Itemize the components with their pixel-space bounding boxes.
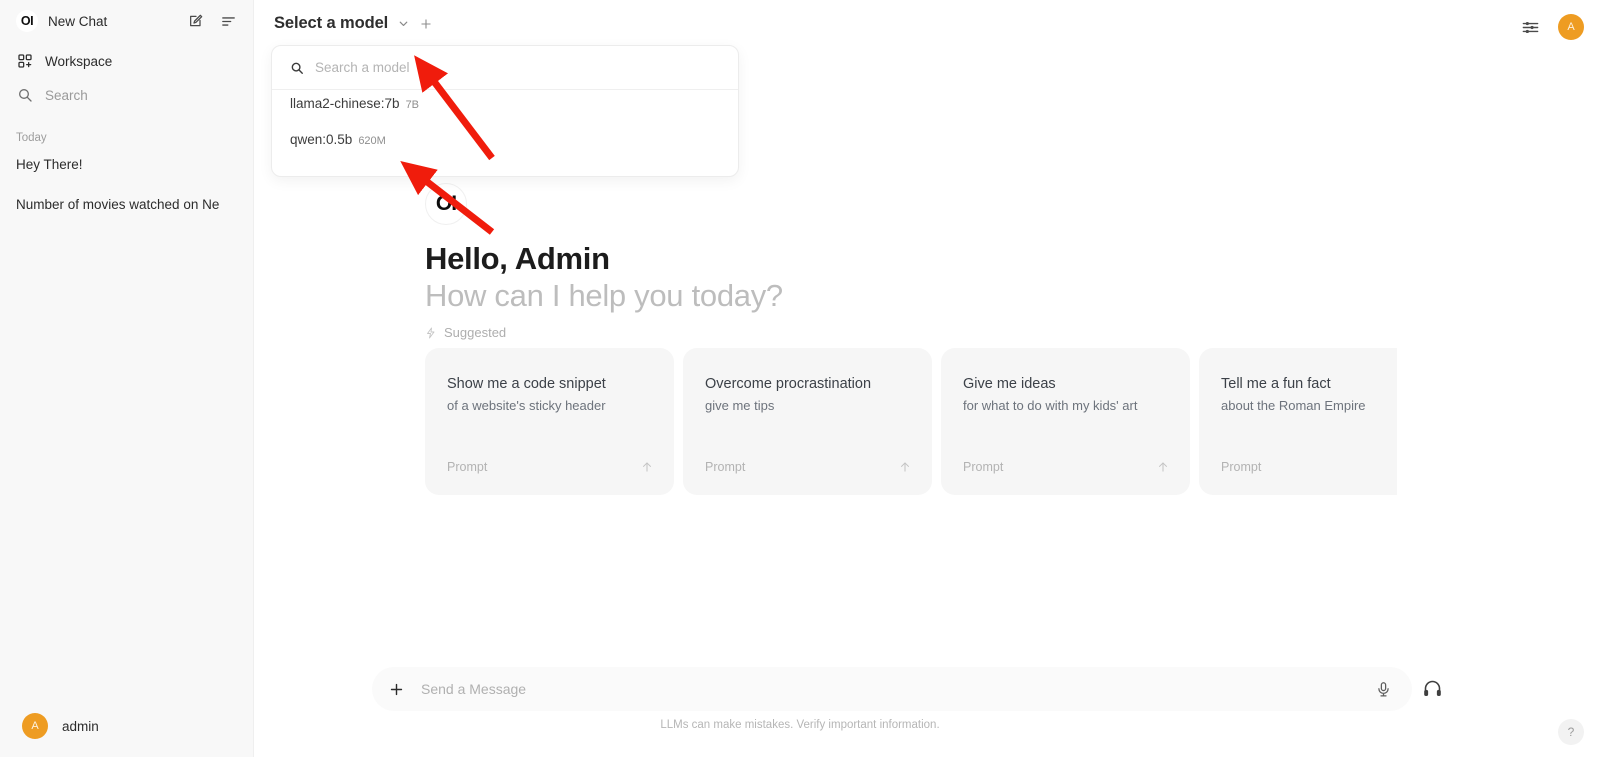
pencil-square-icon[interactable] [185, 10, 207, 32]
disclaimer-text: LLMs can make mistakes. Verify important… [0, 719, 1600, 731]
model-name: qwen:0.5b [290, 132, 352, 147]
model-size-badge: 620M [358, 135, 386, 147]
welcome-logo: OI [425, 183, 467, 225]
chevron-down-icon[interactable] [397, 17, 410, 30]
app-root: OI New Chat Wor [0, 0, 1600, 757]
model-search-input[interactable]: Search a model [315, 60, 410, 75]
model-size-badge: 7B [406, 99, 419, 111]
message-composer[interactable]: Send a Message [372, 667, 1412, 711]
suggested-card[interactable]: Tell me a fun fact about the Roman Empir… [1199, 348, 1397, 495]
arrow-up-icon[interactable] [1156, 460, 1170, 474]
list-item[interactable]: Hey There! [0, 150, 253, 180]
arrow-up-icon[interactable] [898, 460, 912, 474]
model-list-item[interactable]: llama2-chinese:7b 7B [272, 96, 738, 132]
suggested-card[interactable]: Overcome procrastination give me tips Pr… [683, 348, 932, 495]
sidebar-section-label: Today [0, 132, 253, 144]
card-subtitle: about the Roman Empire [1221, 397, 1397, 416]
suggested-card[interactable]: Show me a code snippet of a website's st… [425, 348, 674, 495]
model-name: llama2-chinese:7b [290, 96, 400, 111]
card-title: Tell me a fun fact [1221, 375, 1397, 395]
sidebar-item-label: Workspace [45, 54, 112, 69]
model-search-row[interactable]: Search a model [272, 46, 738, 90]
sidebar-search-label: Search [45, 88, 88, 103]
model-dropdown: Search a model llama2-chinese:7b 7B qwen… [271, 45, 739, 177]
headphones-icon[interactable] [1422, 678, 1443, 704]
sidebar-toggle-icon[interactable] [217, 10, 239, 32]
new-chat-label: New Chat [48, 14, 175, 29]
help-button[interactable]: ? [1558, 719, 1584, 745]
suggested-cards: Show me a code snippet of a website's st… [425, 348, 1397, 495]
sliders-icon[interactable] [1521, 18, 1540, 37]
arrow-up-icon[interactable] [640, 460, 654, 474]
page-title: Hello, Admin [425, 240, 783, 277]
card-prompt-label: Prompt [447, 460, 487, 474]
card-footer: Prompt [1221, 460, 1397, 474]
card-footer: Prompt [705, 460, 912, 474]
sidebar-item-search[interactable]: Search [0, 80, 253, 110]
model-selector[interactable]: Select a model [274, 14, 433, 33]
search-icon [290, 61, 304, 75]
message-input[interactable]: Send a Message [421, 681, 1375, 697]
model-list-item[interactable]: qwen:0.5b 620M [272, 132, 738, 168]
topbar: Select a model A [254, 0, 1600, 50]
add-model-button[interactable] [419, 17, 433, 31]
card-title: Show me a code snippet [447, 375, 652, 395]
card-title: Overcome procrastination [705, 375, 910, 395]
app-logo: OI [16, 10, 38, 32]
list-item[interactable]: Number of movies watched on Ne [0, 190, 253, 220]
lightning-bolt-icon [425, 327, 437, 339]
user-avatar-button[interactable]: A [1558, 14, 1584, 40]
model-list: llama2-chinese:7b 7B qwen:0.5b 620M [272, 90, 738, 168]
card-prompt-label: Prompt [705, 460, 745, 474]
plus-icon[interactable] [388, 681, 405, 698]
page-subtitle: How can I help you today? [425, 277, 783, 316]
card-subtitle: of a website's sticky header [447, 397, 652, 416]
suggested-label: Suggested [444, 325, 506, 340]
card-prompt-label: Prompt [1221, 460, 1261, 474]
card-footer: Prompt [963, 460, 1170, 474]
card-footer: Prompt [447, 460, 654, 474]
sidebar-header: OI New Chat [0, 0, 253, 42]
model-selector-label: Select a model [274, 14, 388, 33]
card-subtitle: give me tips [705, 397, 910, 416]
card-prompt-label: Prompt [963, 460, 1003, 474]
search-icon [16, 87, 33, 104]
welcome-block: OI Hello, Admin How can I help you today… [425, 183, 783, 316]
suggested-header: Suggested [425, 325, 506, 340]
card-title: Give me ideas [963, 375, 1168, 395]
topbar-actions: A [1521, 14, 1584, 40]
microphone-icon[interactable] [1375, 681, 1392, 698]
suggested-card[interactable]: Give me ideas for what to do with my kid… [941, 348, 1190, 495]
sidebar-item-workspace[interactable]: Workspace [0, 46, 253, 76]
workspace-grid-plus-icon [16, 53, 33, 70]
sidebar: OI New Chat Wor [0, 0, 254, 757]
card-subtitle: for what to do with my kids' art [963, 397, 1168, 416]
